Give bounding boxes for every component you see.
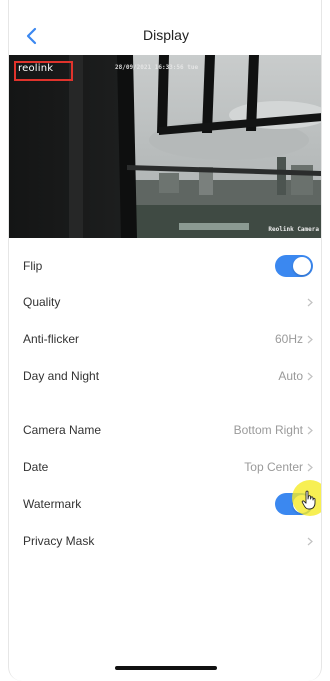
hand-pointer-icon — [301, 490, 316, 510]
setting-value: Top Center — [244, 460, 303, 474]
home-indicator[interactable] — [115, 666, 217, 670]
toggle-knob — [293, 257, 311, 275]
camera-preview: reolink 28/09/2021 16:33:56 tue Reolink … — [9, 55, 321, 238]
phone-screen: Display reolink 28/09/2021 16:33:56 tue … — [8, 0, 322, 681]
setting-row-date[interactable]: Date Top Center — [9, 449, 321, 485]
flip-toggle[interactable] — [275, 255, 313, 277]
chevron-right-icon — [307, 335, 313, 343]
navigation-bar: Display — [9, 18, 321, 54]
setting-row-anti-flicker[interactable]: Anti-flicker 60Hz — [9, 321, 321, 357]
setting-label: Date — [23, 460, 49, 474]
chevron-right-icon — [307, 372, 313, 380]
setting-label: Quality — [23, 295, 61, 309]
setting-label: Privacy Mask — [23, 534, 95, 548]
chevron-right-icon — [307, 537, 313, 545]
camera-scene-image — [9, 55, 321, 238]
setting-row-privacy-mask[interactable]: Privacy Mask — [9, 523, 321, 559]
setting-row-quality[interactable]: Quality — [9, 284, 321, 320]
setting-value: 60Hz — [274, 332, 303, 346]
chevron-right-icon — [307, 463, 313, 471]
setting-row-day-and-night[interactable]: Day and Night Auto — [9, 358, 321, 394]
date-osd-text: 28/09/2021 16:33:56 tue — [115, 64, 199, 71]
setting-value: Auto — [278, 369, 303, 383]
setting-label: Anti-flicker — [23, 332, 80, 346]
logo-osd-text: reolink — [18, 63, 54, 74]
setting-value: Bottom Right — [233, 423, 303, 437]
setting-label: Watermark — [23, 497, 82, 511]
setting-row-camera-name[interactable]: Camera Name Bottom Right — [9, 412, 321, 448]
page-title: Display — [143, 27, 189, 43]
chevron-right-icon — [307, 298, 313, 306]
setting-label: Camera Name — [23, 423, 102, 437]
setting-row-watermark[interactable]: Watermark — [9, 486, 321, 522]
camera-name-osd-text: Reolink Camera — [268, 226, 319, 233]
setting-label: Day and Night — [23, 369, 100, 383]
setting-row-flip[interactable]: Flip — [9, 248, 321, 284]
chevron-right-icon — [307, 426, 313, 434]
setting-label: Flip — [23, 259, 43, 273]
